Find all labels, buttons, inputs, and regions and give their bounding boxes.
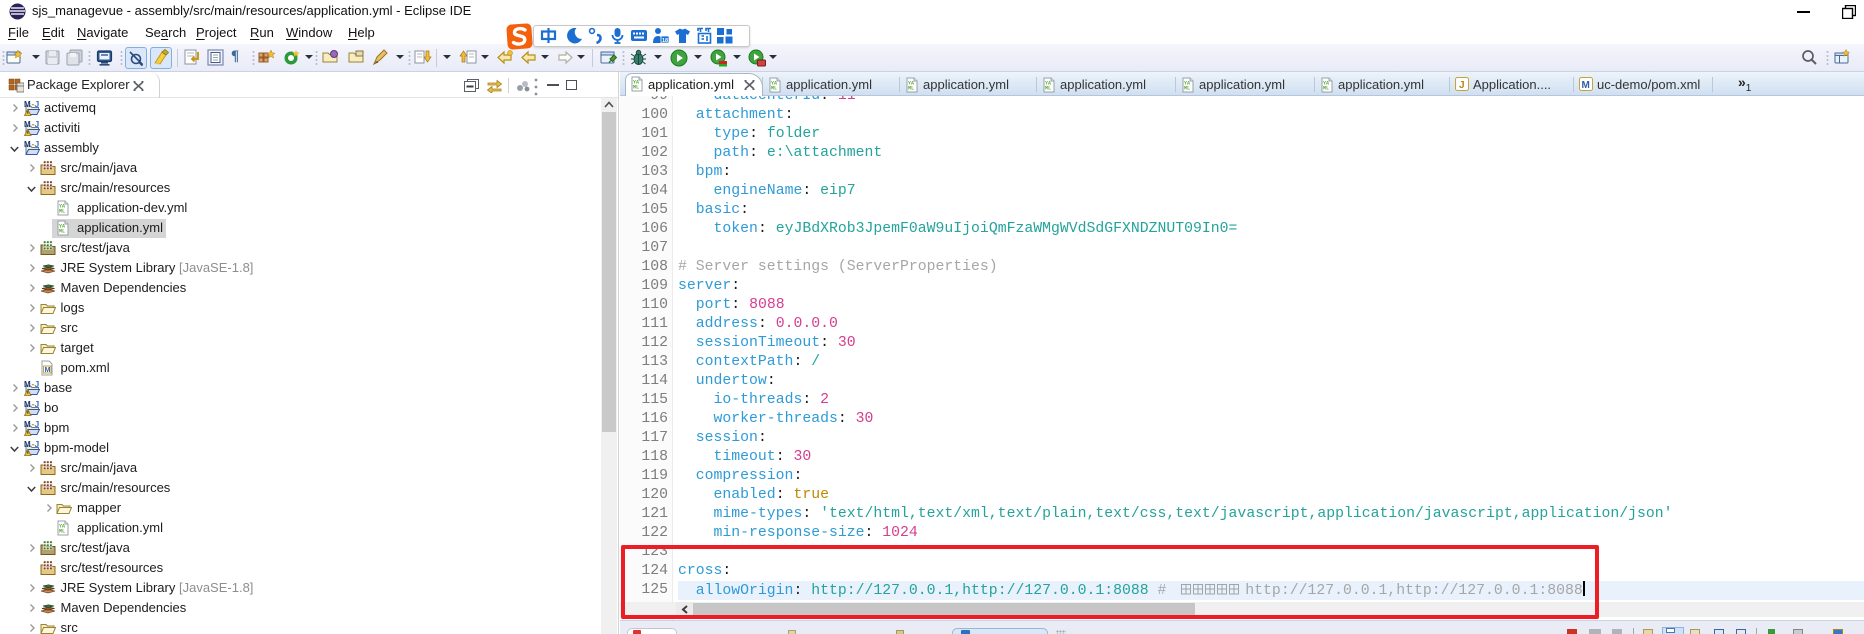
svg-text:18: 18 xyxy=(662,38,668,44)
svg-text:ML: ML xyxy=(908,86,914,92)
svg-text:ML: ML xyxy=(633,85,639,91)
svg-text:M: M xyxy=(1582,80,1590,91)
svg-text:J: J xyxy=(35,140,40,149)
svg-text:J: J xyxy=(35,440,40,449)
svg-text:M: M xyxy=(24,380,31,389)
svg-text:ML: ML xyxy=(59,529,65,535)
svg-text:ML: ML xyxy=(59,229,65,235)
svg-text:ML: ML xyxy=(771,86,777,92)
svg-text:M: M xyxy=(24,140,31,149)
svg-text:ML: ML xyxy=(59,209,65,215)
svg-text:M: M xyxy=(24,400,31,409)
svg-text:M: M xyxy=(24,120,31,129)
svg-text:M: M xyxy=(24,420,31,429)
svg-text:M: M xyxy=(24,440,31,449)
svg-text:ML: ML xyxy=(1045,86,1051,92)
svg-text:J: J xyxy=(1459,80,1465,91)
svg-text:J: J xyxy=(35,380,40,389)
svg-text:J: J xyxy=(35,420,40,429)
svg-text:ML: ML xyxy=(1323,86,1329,92)
svg-text:M: M xyxy=(24,100,31,109)
svg-text:J: J xyxy=(35,100,40,109)
svg-text:ML: ML xyxy=(1184,86,1190,92)
svg-text:J: J xyxy=(35,400,40,409)
svg-text:J: J xyxy=(35,120,40,129)
svg-text:M: M xyxy=(45,367,51,374)
